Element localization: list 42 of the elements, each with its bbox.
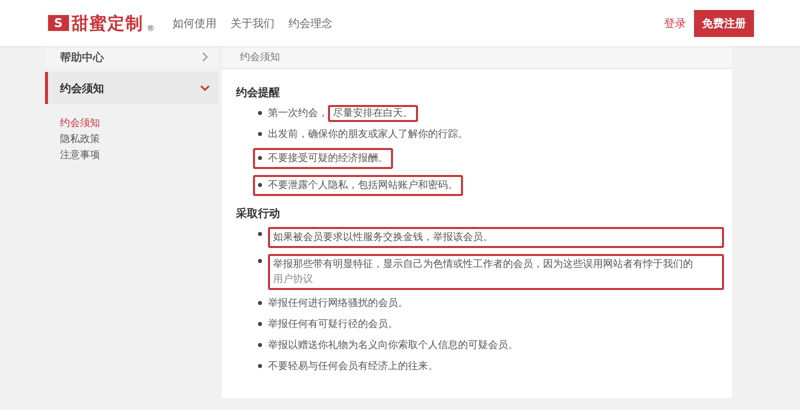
list-item-text: 如果被会员要求以性服务交换金钱，举报该会员。 — [273, 232, 493, 243]
register-button[interactable]: 免费注册 — [694, 10, 754, 36]
bullet-icon — [258, 301, 262, 305]
sidebar-item-label: 帮助中心 — [60, 50, 104, 64]
list-item-text: 第一次约会， — [268, 108, 328, 119]
sidebar-subitem[interactable]: 约会须知 — [60, 116, 218, 130]
section-heading: 约会提醒 — [236, 85, 281, 100]
sidebar-item-label: 约会须知 — [60, 80, 104, 96]
sidebar-subitem[interactable]: 隐私政策 — [60, 132, 218, 146]
bullet-icon — [258, 232, 262, 236]
list-item-text: 不要泄露个人隐私，包括网站账户和密码。 — [268, 180, 458, 191]
logo-text: 甜蜜定制 — [72, 12, 144, 34]
list-item-text: 举报任何进行网络骚扰的会员。 — [268, 298, 408, 309]
nav-link[interactable]: 约会理念 — [288, 16, 333, 30]
bullet-icon — [258, 364, 262, 368]
bullet-icon — [258, 322, 262, 326]
bullet-icon — [258, 343, 262, 347]
list-item-text: 举报以赠送你礼物为名义向你索取个人信息的可疑会员。 — [268, 340, 518, 351]
bullet-icon — [258, 259, 262, 263]
list-item-text: 举报那些带有明显特征，显示自己为色情或性工作者的会员，因为这些误用网站者有悖于我们的 — [273, 259, 693, 270]
list-item-text: 举报任何有可疑行径的会员。 — [268, 319, 398, 330]
chevron-down-icon — [200, 83, 210, 93]
link[interactable]: 用户协议 — [273, 274, 313, 285]
nav-link[interactable]: 关于我们 — [230, 16, 275, 30]
chevron-right-icon — [200, 52, 210, 62]
section-heading: 采取行动 — [236, 206, 281, 221]
panel-title: 约会须知 — [222, 46, 732, 69]
logo-badge: S — [48, 15, 69, 31]
list-item-text: 出发前，确保你的朋友或家人了解你的行踪。 — [268, 129, 468, 140]
bullet-icon — [258, 111, 262, 115]
login-link[interactable]: 登录 — [664, 16, 686, 30]
sidebar-item[interactable]: 约会须知 — [45, 72, 218, 104]
bullet-icon — [258, 156, 262, 160]
registered-mark: ® — [146, 24, 155, 32]
list-item-text: 不要接受可疑的经济报酬。 — [268, 153, 388, 164]
bullet-icon — [258, 183, 262, 187]
logo[interactable]: S 甜蜜定制 ® — [48, 12, 155, 34]
highlighted-text: 尽量安排在白天。 — [328, 105, 418, 122]
bullet-icon — [258, 132, 262, 136]
sidebar-subitem[interactable]: 注意事项 — [60, 148, 218, 162]
nav-link[interactable]: 如何使用 — [172, 16, 217, 30]
list-item-text: 不要轻易与任何会员有经济上的往来。 — [268, 361, 438, 372]
